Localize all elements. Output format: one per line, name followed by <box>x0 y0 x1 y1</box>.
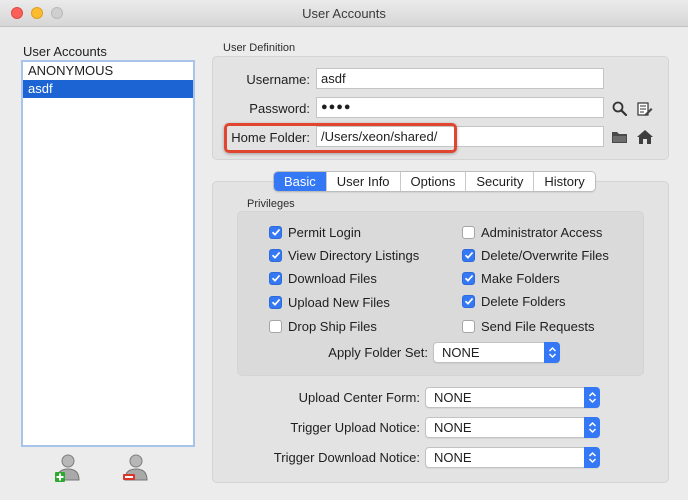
remove-user-icon <box>123 454 148 481</box>
add-user-button[interactable] <box>53 452 83 484</box>
trigger-upload-notice-label: Trigger Upload Notice: <box>290 420 420 435</box>
checkbox-checked[interactable] <box>269 248 282 262</box>
checkbox-checked[interactable] <box>269 225 282 239</box>
tab-history[interactable]: History <box>534 172 595 191</box>
drop-ship-files-label: Drop Ship Files <box>288 318 377 334</box>
trigger-download-notice-label: Trigger Download Notice: <box>273 450 420 465</box>
apply-folder-set-label: Apply Folder Set: <box>328 345 428 360</box>
apply-folder-set-popup[interactable]: NONE <box>433 342 560 363</box>
password-label: Password: <box>249 101 310 116</box>
zoom-button[interactable] <box>51 7 63 19</box>
checkbox-checked[interactable] <box>462 271 475 285</box>
upload-new-files-label: Upload New Files <box>288 294 390 310</box>
remove-user-button[interactable] <box>121 452 151 484</box>
send-file-requests-checkbox[interactable]: Send File Requests <box>462 317 594 335</box>
search-icon[interactable] <box>611 100 629 118</box>
chevron-updown-icon <box>584 417 600 438</box>
permit-login-label: Permit Login <box>288 224 361 240</box>
make-folders-label: Make Folders <box>481 270 560 286</box>
checkbox-checked[interactable] <box>462 294 475 308</box>
checkbox-checked[interactable] <box>462 248 475 262</box>
user-row-anonymous[interactable]: ANONYMOUS <box>23 62 193 80</box>
user-list-title: User Accounts <box>23 44 107 59</box>
user-list[interactable]: ANONYMOUS asdf <box>21 60 195 447</box>
trigger-upload-notice-value: NONE <box>434 420 472 435</box>
drop-ship-files-checkbox[interactable]: Drop Ship Files <box>269 317 377 335</box>
home-folder-highlight <box>224 123 457 153</box>
checkbox-unchecked[interactable] <box>462 225 475 239</box>
upload-center-form-popup[interactable]: NONE <box>425 387 600 408</box>
download-files-label: Download Files <box>288 270 377 286</box>
tab-user-info[interactable]: User Info <box>326 172 401 191</box>
chevron-updown-icon <box>544 342 560 363</box>
checkbox-unchecked[interactable] <box>462 319 475 333</box>
checkbox-checked[interactable] <box>269 295 282 309</box>
privileges-title: Privileges <box>247 198 295 210</box>
home-icon[interactable] <box>636 128 654 146</box>
administrator-access-label: Administrator Access <box>481 224 603 240</box>
tab-options[interactable]: Options <box>400 172 467 191</box>
user-row-asdf[interactable]: asdf <box>23 80 193 98</box>
delete-overwrite-files-label: Delete/Overwrite Files <box>481 247 609 263</box>
view-directory-listings-label: View Directory Listings <box>288 247 420 263</box>
minimize-button[interactable] <box>31 7 43 19</box>
download-files-checkbox[interactable]: Download Files <box>269 269 377 287</box>
folder-icon[interactable] <box>611 128 629 146</box>
upload-center-form-value: NONE <box>434 390 472 405</box>
delete-folders-label: Delete Folders <box>481 293 566 309</box>
tab-bar: Basic User Info Options Security History <box>273 171 596 192</box>
chevron-updown-icon <box>584 387 600 408</box>
edit-icon[interactable] <box>636 100 654 118</box>
checkbox-checked[interactable] <box>269 271 282 285</box>
tab-basic[interactable]: Basic <box>274 172 327 191</box>
chevron-updown-icon <box>584 447 600 468</box>
view-directory-listings-checkbox[interactable]: View Directory Listings <box>269 246 419 264</box>
upload-center-form-label: Upload Center Form: <box>298 390 420 405</box>
delete-overwrite-files-checkbox[interactable]: Delete/Overwrite Files <box>462 246 609 264</box>
apply-folder-set-value: NONE <box>442 345 480 360</box>
checkbox-unchecked[interactable] <box>269 319 282 333</box>
user-definition-title: User Definition <box>223 42 296 54</box>
window-title: User Accounts <box>302 6 386 21</box>
permit-login-checkbox[interactable]: Permit Login <box>269 223 361 241</box>
tab-security[interactable]: Security <box>466 172 535 191</box>
username-field[interactable]: asdf <box>316 68 604 89</box>
close-button[interactable] <box>11 7 23 19</box>
add-user-icon <box>55 454 80 482</box>
user-accounts-window: User Accounts User Accounts ANONYMOUS as… <box>0 0 688 500</box>
upload-new-files-checkbox[interactable]: Upload New Files <box>269 293 390 311</box>
send-file-requests-label: Send File Requests <box>481 318 595 334</box>
title-bar: User Accounts <box>0 0 688 27</box>
administrator-access-checkbox[interactable]: Administrator Access <box>462 223 602 241</box>
delete-folders-checkbox[interactable]: Delete Folders <box>462 292 566 310</box>
password-field[interactable]: ●●●● <box>316 97 604 118</box>
trigger-download-notice-value: NONE <box>434 450 472 465</box>
make-folders-checkbox[interactable]: Make Folders <box>462 269 560 287</box>
username-label: Username: <box>246 72 310 87</box>
trigger-upload-notice-popup[interactable]: NONE <box>425 417 600 438</box>
trigger-download-notice-popup[interactable]: NONE <box>425 447 600 468</box>
